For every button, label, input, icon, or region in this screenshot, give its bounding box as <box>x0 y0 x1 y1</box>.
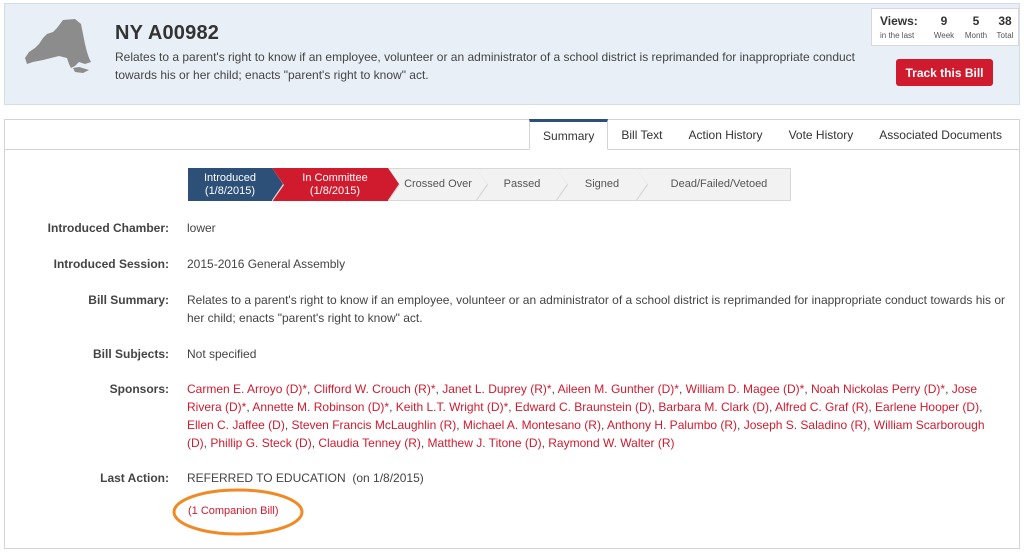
views-sub-label: in the last <box>880 31 915 40</box>
sponsor-link[interactable]: Raymond W. Walter (R) <box>548 436 674 450</box>
sponsor-link[interactable]: Matthew J. Titone (D) <box>428 436 542 450</box>
sponsor-link[interactable]: Ellen C. Jaffee (D) <box>187 418 285 432</box>
sponsor-link[interactable]: Claudia Tenney (R) <box>318 436 421 450</box>
views-counter: Views: in the last 9 Week 5 Month 38 Tot… <box>871 8 1019 46</box>
progress-step-introduced: Introduced (1/8/2015) <box>188 168 284 202</box>
views-week-label: Week <box>933 31 955 40</box>
track-bill-button[interactable]: Track this Bill <box>896 59 993 86</box>
step-label: Passed <box>503 178 541 190</box>
bill-header: NY A00982 Relates to a parent's right to… <box>4 3 1020 105</box>
views-total-label: Total <box>996 31 1014 40</box>
sponsor-link[interactable]: Alfred C. Graf (R) <box>775 400 868 414</box>
detail-value: Not specified <box>187 347 257 361</box>
sponsor-link[interactable]: Annette M. Robinson (D)* <box>252 400 389 414</box>
tab-action-history[interactable]: Action History <box>676 120 776 149</box>
views-week-count: 9 <box>940 14 948 28</box>
step-label: Dead/Failed/Vetoed <box>670 178 768 190</box>
sponsor-link[interactable]: Michael A. Montesano (R) <box>463 418 601 432</box>
detail-key: Introduced Session: <box>53 257 169 271</box>
progress-step-passed: Passed <box>476 168 568 202</box>
sponsor-link[interactable]: Phillip G. Steck (D) <box>210 436 311 450</box>
sponsor-link[interactable]: Edward C. Braunstein (D) <box>515 400 652 414</box>
detail-value: lower <box>187 221 216 235</box>
sponsor-link[interactable]: Aileen M. Gunther (D)* <box>558 382 679 396</box>
tab-associated-documents[interactable]: Associated Documents <box>866 120 1015 149</box>
orange-circle-annotation <box>172 488 304 536</box>
progress-step-signed: Signed <box>556 168 648 202</box>
step-label: Signed <box>584 178 620 190</box>
sponsor-link[interactable]: Joseph S. Saladino (R) <box>744 418 867 432</box>
bill-id-title: NY A00982 <box>115 22 220 44</box>
bill-description: Relates to a parent's right to know if a… <box>115 50 856 82</box>
views-total: 38 Total <box>989 14 1021 40</box>
tab-bar: Summary Bill Text Action History Vote Hi… <box>529 119 1015 150</box>
progress-step-crossed-over: Crossed Over <box>388 168 488 202</box>
step-label: Crossed Over <box>404 178 472 190</box>
tab-vote-history[interactable]: Vote History <box>776 120 867 149</box>
sponsor-link[interactable]: Barbara M. Clark (D) <box>658 400 769 414</box>
step-label: Introduced <box>204 171 256 184</box>
step-date: (1/8/2015) <box>204 184 256 197</box>
detail-key: Last Action: <box>100 471 169 485</box>
step-date: (1/8/2015) <box>309 184 361 197</box>
views-total-count: 38 <box>998 14 1012 28</box>
sponsor-link[interactable]: Clifford W. Crouch (R)* <box>314 382 436 396</box>
detail-value: 2015-2016 General Assembly <box>187 257 346 271</box>
detail-key: Bill Summary: <box>88 293 169 307</box>
detail-value: Relates to a parent's right to know if a… <box>187 293 1006 325</box>
views-label: Views: <box>880 14 918 28</box>
sponsor-link[interactable]: Carmen E. Arroyo (D)* <box>187 382 307 396</box>
step-label: In Committee <box>302 171 368 184</box>
detail-key: Bill Subjects: <box>92 347 169 361</box>
progress-step-dead-failed-vetoed: Dead/Failed/Vetoed <box>636 168 791 201</box>
views-month-label: Month <box>964 31 988 40</box>
detail-key: Sponsors: <box>109 382 169 396</box>
sponsor-link[interactable]: Steven Francis McLaughlin (R) <box>292 418 457 432</box>
sponsor-link[interactable]: Noah Nickolas Perry (D)* <box>811 382 945 396</box>
sponsor-list: Carmen E. Arroyo (D)*, Clifford W. Crouc… <box>187 382 985 450</box>
tab-bill-text[interactable]: Bill Text <box>608 120 675 149</box>
new-york-state-icon <box>25 19 91 73</box>
progress-step-in-committee: In Committee (1/8/2015) <box>272 168 400 202</box>
sponsor-link[interactable]: Anthony H. Palumbo (R) <box>607 418 737 432</box>
views-month-count: 5 <box>972 14 980 28</box>
sponsor-link[interactable]: Janet L. Duprey (R)* <box>442 382 551 396</box>
sponsor-link[interactable]: Earlene Hooper (D) <box>875 400 979 414</box>
tab-summary[interactable]: Summary <box>529 119 609 150</box>
views-month: 5 Month <box>960 14 992 40</box>
detail-key: Introduced Chamber: <box>47 221 169 235</box>
detail-value: REFERRED TO EDUCATION (on 1/8/2015) <box>187 471 424 485</box>
bill-progress-tracker: Introduced (1/8/2015) In Committee (1/8/20… <box>188 168 791 202</box>
bill-detail-panel: Summary Bill Text Action History Vote Hi… <box>4 119 1020 549</box>
sponsor-link[interactable]: William D. Magee (D)* <box>686 382 805 396</box>
sponsor-link[interactable]: Keith L.T. Wright (D)* <box>396 400 508 414</box>
views-week: 9 Week <box>928 14 960 40</box>
